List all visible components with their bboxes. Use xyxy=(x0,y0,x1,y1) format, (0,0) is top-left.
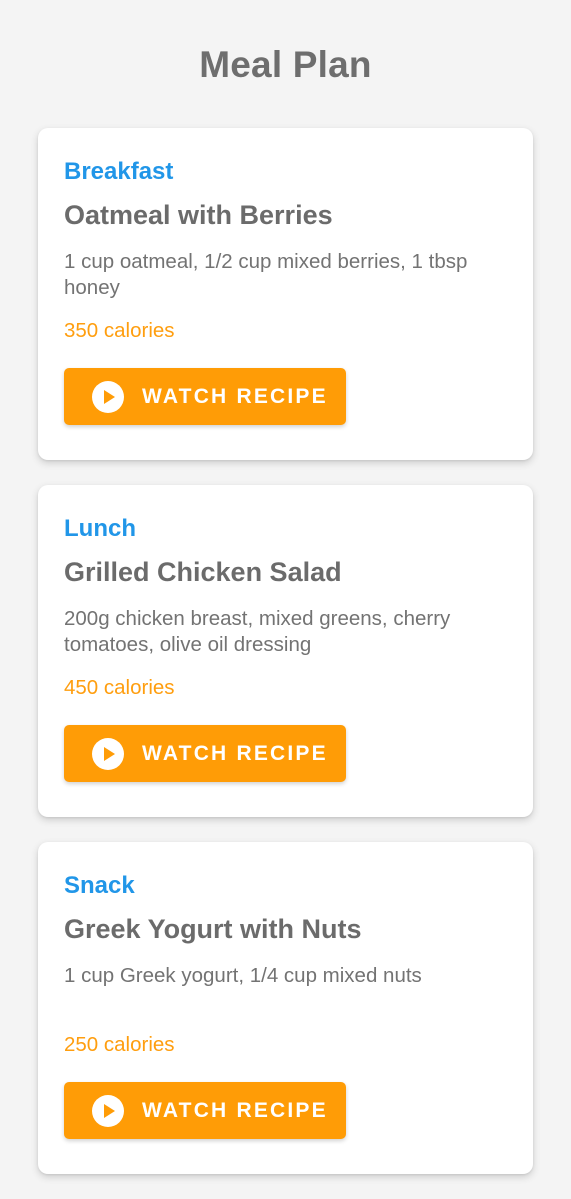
meal-card-lunch: Lunch Grilled Chicken Salad 200g chicken… xyxy=(38,485,533,817)
watch-recipe-label: WATCH RECIPE xyxy=(142,1099,328,1122)
meal-type-label: Snack xyxy=(64,872,135,899)
meal-card-breakfast: Breakfast Oatmeal with Berries 1 cup oat… xyxy=(38,128,533,460)
watch-recipe-button[interactable]: WATCH RECIPE xyxy=(64,725,346,782)
meal-list: Breakfast Oatmeal with Berries 1 cup oat… xyxy=(38,128,533,1199)
meal-description: 1 cup Greek yogurt, 1/4 cup mixed nuts xyxy=(64,964,422,987)
meal-calories: 450 calories xyxy=(64,676,175,699)
play-circle-icon xyxy=(92,1095,124,1127)
meal-type-label: Breakfast xyxy=(64,158,174,185)
meal-type-label: Lunch xyxy=(64,515,136,542)
watch-recipe-button[interactable]: WATCH RECIPE xyxy=(64,1082,346,1139)
meal-name: Greek Yogurt with Nuts xyxy=(64,914,362,944)
meal-card-snack: Snack Greek Yogurt with Nuts 1 cup Greek… xyxy=(38,842,533,1174)
watch-recipe-button[interactable]: WATCH RECIPE xyxy=(64,368,346,425)
page-title: Meal Plan xyxy=(199,44,372,85)
meal-description: 200g chicken breast, mixed greens, cherr… xyxy=(64,607,451,656)
watch-recipe-label: WATCH RECIPE xyxy=(142,385,328,408)
meal-calories: 350 calories xyxy=(64,319,175,342)
meal-name: Oatmeal with Berries xyxy=(64,200,333,230)
play-circle-icon xyxy=(92,381,124,413)
play-circle-icon xyxy=(92,738,124,770)
meal-name: Grilled Chicken Salad xyxy=(64,557,342,587)
meal-description: 1 cup oatmeal, 1/2 cup mixed berries, 1 … xyxy=(64,250,468,299)
watch-recipe-label: WATCH RECIPE xyxy=(142,742,328,765)
meal-calories: 250 calories xyxy=(64,1033,175,1056)
